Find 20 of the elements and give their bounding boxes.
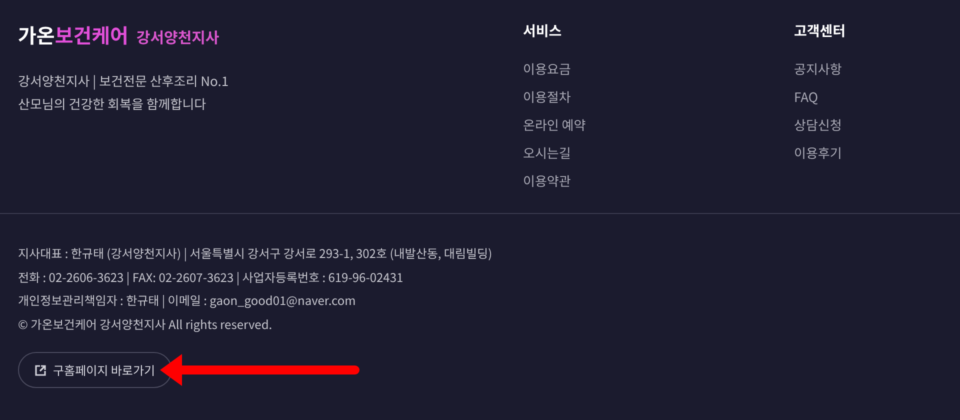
footer-link[interactable]: 이용요금 bbox=[523, 55, 571, 83]
footer-link[interactable]: 이용절차 bbox=[523, 83, 571, 111]
tagline: 강서양천지사 | 보건전문 산후조리 No.1 bbox=[18, 70, 230, 92]
external-link-icon bbox=[35, 364, 46, 376]
brand-logo: 가온보건케어 bbox=[18, 20, 128, 49]
footer-link[interactable]: 이용약관 bbox=[523, 167, 571, 195]
footer-link[interactable]: 상담신청 bbox=[794, 111, 842, 139]
company-info: © 가온보건케어 강서양천지사 All rights reserved. bbox=[18, 314, 274, 334]
footer-link[interactable]: 공지사항 bbox=[794, 55, 842, 83]
footer-link[interactable]: 온라인 예약 bbox=[523, 111, 586, 139]
company-info: 전화 : 02-2606-3623 | FAX: 02-2607-3623 | 사업자등록번호 : 619-96-02431 bbox=[18, 268, 404, 288]
column-title: 고객센터 bbox=[794, 21, 846, 41]
footer-link[interactable]: FAQ bbox=[794, 83, 818, 111]
tagline: 산모님의 건강한 회복을 함께합니다 bbox=[18, 93, 208, 115]
company-info: 지사대표 : 한규태 (강서양천지사) | 서울특별시 강서구 강서로 293-1, 302호 (내발산동, 대림빌딩) bbox=[18, 244, 494, 264]
company-info: 개인정보관리책임자 : 한규태 | 이메일 : gaon_good01@naver.com bbox=[18, 291, 357, 311]
branch-name: 강서양천지사 bbox=[136, 27, 220, 48]
footer-link[interactable]: 이용후기 bbox=[794, 139, 842, 167]
column-title: 서비스 bbox=[523, 21, 562, 41]
footer-link[interactable]: 오시는길 bbox=[523, 139, 571, 167]
